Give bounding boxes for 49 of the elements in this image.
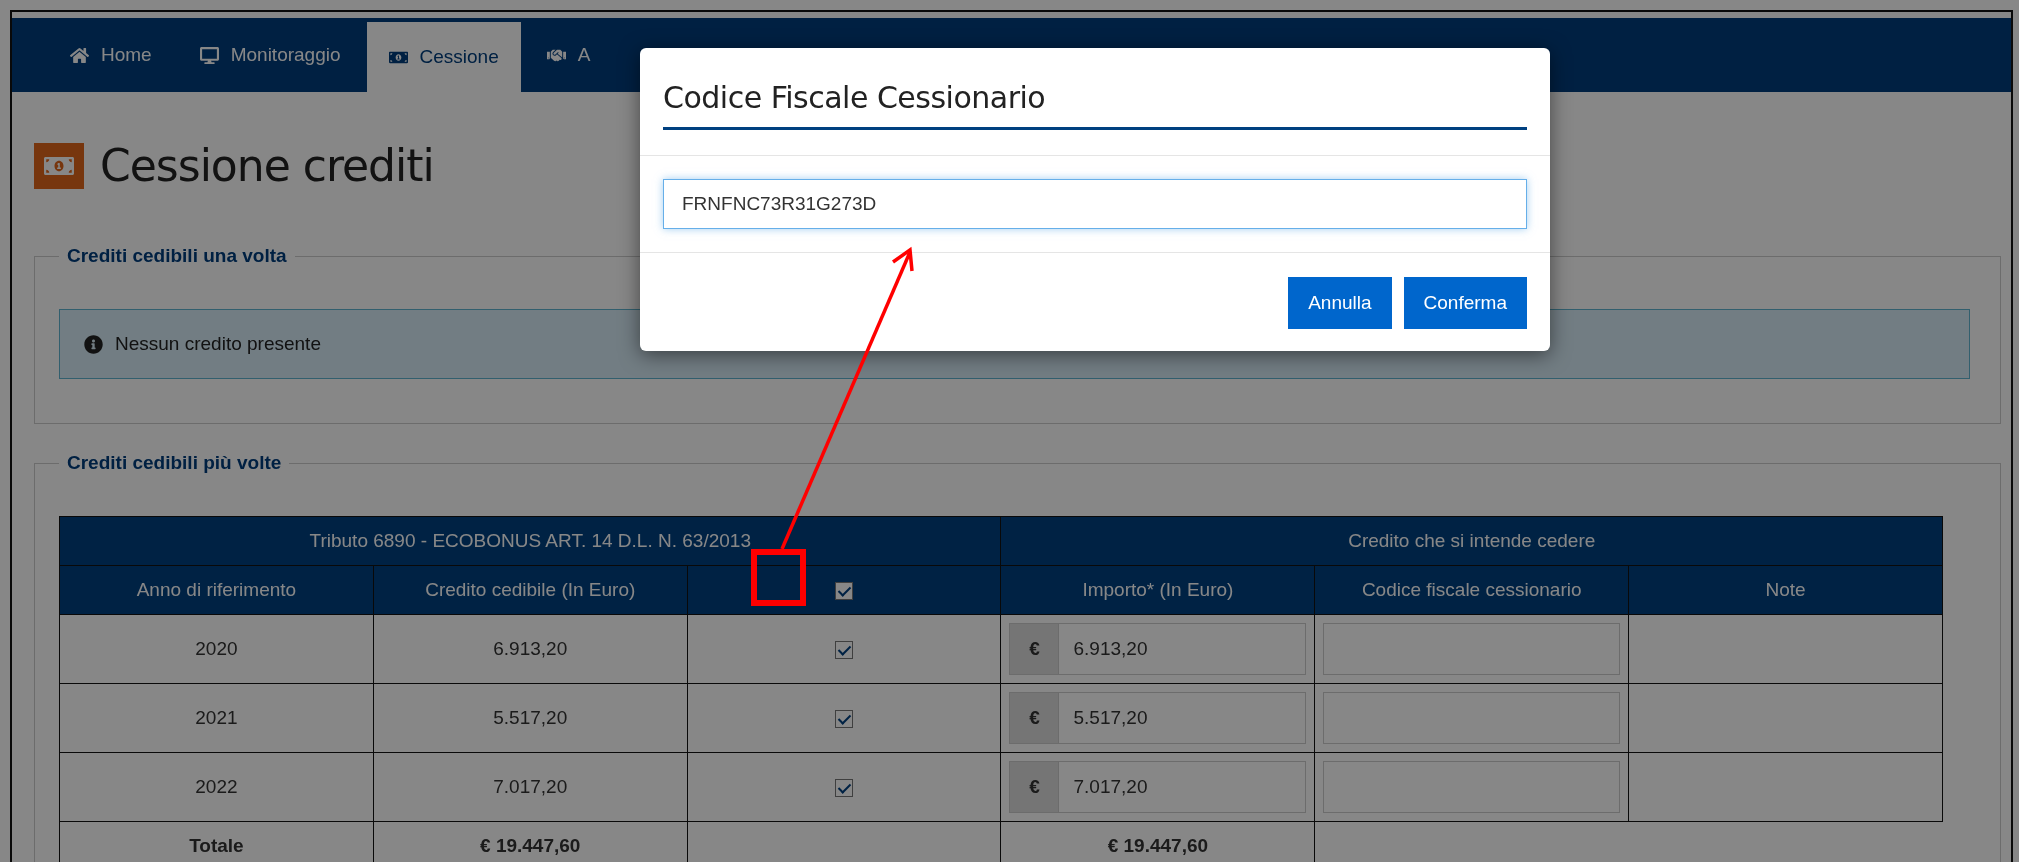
- section-legend: Crediti cedibili più volte: [59, 452, 290, 474]
- table-cell: 2020: [59, 614, 374, 684]
- column-header: Importo* (In Euro): [1001, 565, 1315, 615]
- table-cell: 5.517,20: [373, 683, 688, 753]
- table-cell: 6.913,20: [373, 614, 688, 684]
- dialog-button[interactable]: Conferma: [1403, 277, 1527, 329]
- row-checkbox[interactable]: [835, 710, 854, 728]
- total-value: € 19.447,60: [373, 821, 688, 862]
- currency-addon: €: [1010, 624, 1060, 674]
- amount-field[interactable]: € 5.517,20: [1009, 692, 1307, 744]
- nav-tab[interactable]: Monitoraggio: [177, 18, 363, 92]
- input-field[interactable]: [1323, 623, 1621, 675]
- highlight-frame: [751, 549, 806, 606]
- nav-tab[interactable]: Cessione: [366, 22, 521, 92]
- page-title: Cessione crediti: [100, 140, 434, 191]
- row-checkbox[interactable]: [835, 779, 854, 797]
- column-header: Credito cedibile (In Euro): [373, 565, 688, 615]
- currency-addon: €: [1010, 762, 1060, 812]
- column-header: Anno di riferimento: [59, 565, 374, 615]
- monitor-icon: [199, 45, 219, 65]
- column-header: Note: [1628, 565, 1943, 615]
- input-field[interactable]: FRNFNC73R31G273D: [663, 179, 1527, 229]
- modal-title: Codice Fiscale Cessionario: [663, 80, 1527, 130]
- column-header: Codice fiscale cessionario: [1314, 565, 1629, 615]
- nav-tab[interactable]: Home: [48, 18, 174, 92]
- amount-field[interactable]: € 7.017,20: [1009, 761, 1307, 813]
- section-legend: Crediti cedibili una volta: [59, 245, 295, 267]
- amount-value: 7.017,20: [1072, 775, 1148, 799]
- money-icon: [34, 142, 84, 189]
- amount-value: 6.913,20: [1072, 637, 1148, 661]
- table-cell: 7.017,20: [373, 752, 688, 822]
- currency-addon: €: [1010, 693, 1060, 743]
- info-icon: [84, 334, 103, 354]
- group-header: Credito che si intende cedere: [1001, 516, 1943, 566]
- nav-tab[interactable]: A: [524, 18, 613, 92]
- alert-message: Nessun credito presente: [115, 333, 321, 355]
- amount-value: 5.517,20: [1072, 706, 1148, 730]
- row-checkbox[interactable]: [835, 641, 854, 659]
- input-field[interactable]: [1323, 761, 1621, 813]
- table-cell: 2021: [59, 683, 374, 753]
- group-header: Tributo 6890 - ECOBONUS ART. 14 D.L. N. 63/2013: [59, 516, 1001, 566]
- total-value: € 19.447,60: [1001, 821, 1315, 862]
- select-all-checkbox[interactable]: [835, 582, 854, 600]
- total-label: Totale: [59, 821, 374, 862]
- amount-field[interactable]: € 6.913,20: [1009, 623, 1307, 675]
- input-field[interactable]: [1323, 692, 1621, 744]
- table-cell: 2022: [59, 752, 374, 822]
- home-icon: [70, 45, 89, 65]
- dialog-button[interactable]: Annulla: [1288, 277, 1392, 329]
